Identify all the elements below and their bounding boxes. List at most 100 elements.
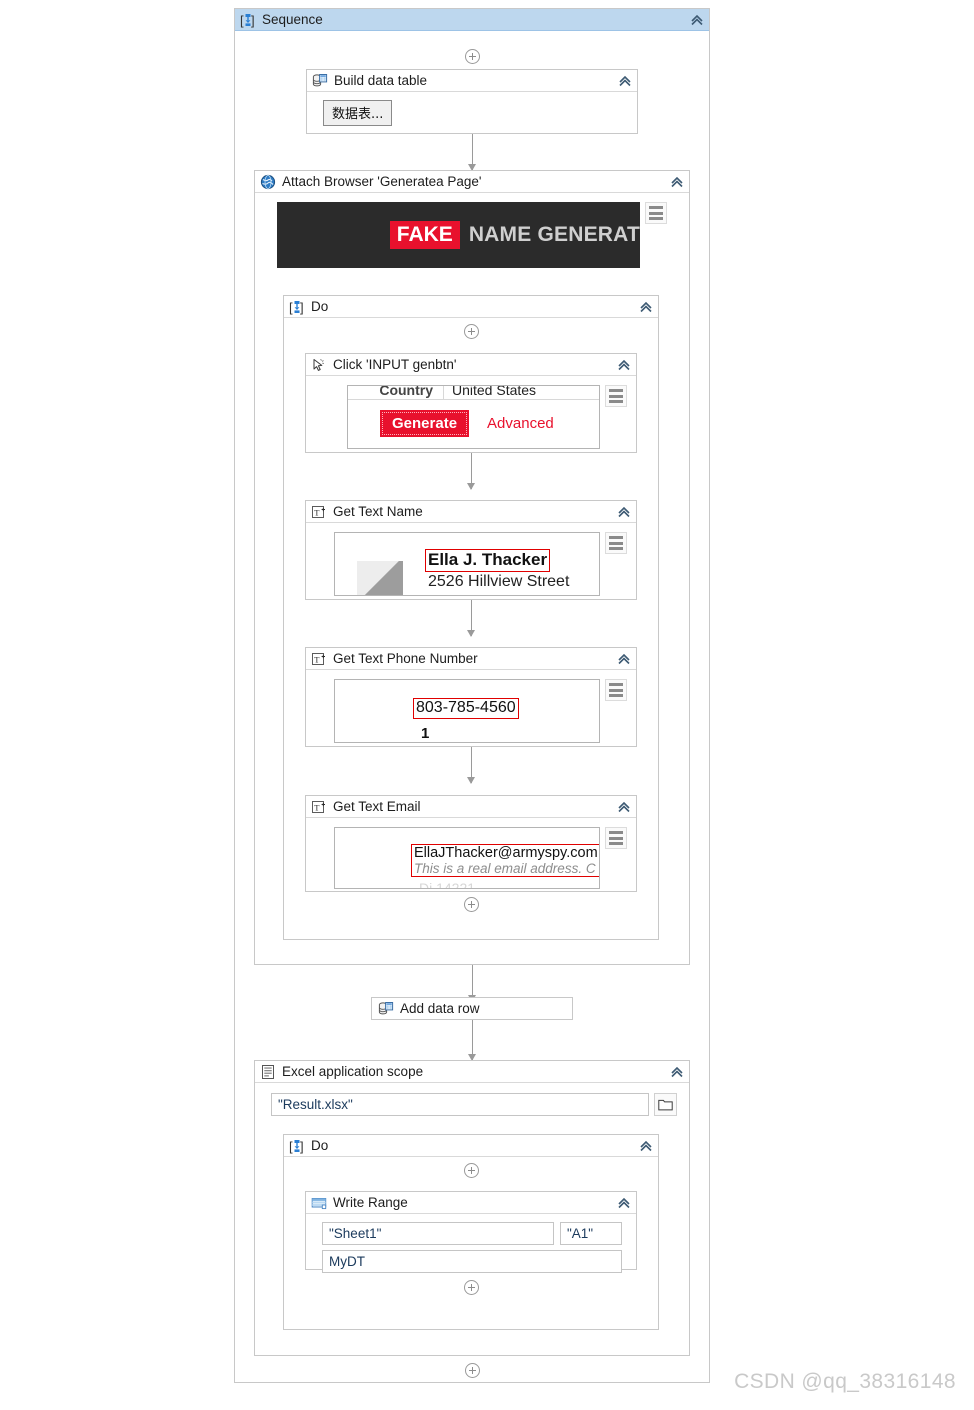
connector-arrow [235,134,709,171]
get-text-phone-header[interactable]: T Get Text Phone Number [306,648,636,670]
folder-icon[interactable] [654,1093,677,1116]
svg-text:T: T [314,654,320,664]
chevron-double-up-icon[interactable] [638,299,654,315]
chevron-double-up-icon[interactable] [616,1195,632,1211]
build-data-table-header[interactable]: Build data table [307,70,637,92]
excel-doc-icon [260,1064,276,1080]
get-text-email-header[interactable]: T Get Text Email [306,796,636,818]
activity-attach-browser[interactable]: Attach Browser 'Generatea Page' FAKE NAM… [254,170,690,965]
get-text-name-header[interactable]: T Get Text Name [306,501,636,523]
chevron-double-up-icon[interactable] [689,12,705,28]
name-screenshot: Ella J. Thacker 2526 Hillview Street [334,532,600,596]
advanced-link[interactable]: Advanced [487,415,554,432]
click-cursor-icon [311,357,327,373]
add-activity-do-excel-bottom[interactable] [284,1280,658,1295]
add-activity-do-excel-top[interactable] [284,1163,658,1178]
sequence-icon: [ ] [240,12,256,28]
add-activity-do-top[interactable] [284,324,658,339]
data-table-icon [312,73,328,89]
data-table-icon [378,1001,394,1017]
connector-arrow [284,600,658,637]
chevron-double-up-icon[interactable] [669,174,685,190]
globe-icon [260,174,276,190]
workflow-designer-canvas: [ ] Sequence Build data table 数据表... Att… [0,0,974,1410]
chevron-double-up-icon[interactable] [669,1064,685,1080]
do-excel-header[interactable]: [ ] Do [284,1135,658,1157]
activity-excel-application-scope[interactable]: Excel application scope "Result.xlsx" [… [254,1060,690,1356]
cell-range-input[interactable]: "A1" [560,1222,622,1245]
activity-get-text-email[interactable]: T Get Text Email EllaJThacker@armyspy.co… [305,795,637,892]
add-activity-bottom[interactable] [235,1363,709,1378]
add-activity-do-bottom[interactable] [284,897,658,912]
excel-scope-header[interactable]: Excel application scope [255,1061,689,1083]
watermark: CSDN @qq_38316148 [734,1370,956,1393]
add-data-row-title: Add data row [400,1001,480,1016]
attach-browser-title: Attach Browser 'Generatea Page' [282,174,482,189]
workbook-path-input[interactable]: "Result.xlsx" [271,1093,649,1116]
email-screenshot: EllaJThacker@armyspy.com This is a real … [334,827,600,889]
activity-write-range[interactable]: Write Range "Sheet1" "A1" MyDT [305,1191,637,1273]
activity-click-genbtn[interactable]: Click 'INPUT genbtn' Country United Stat… [305,353,637,453]
phone-number: 803-785-4560 [416,699,516,716]
chevron-double-up-icon[interactable] [617,73,633,89]
get-text-phone-title: Get Text Phone Number [333,651,478,666]
activity-sequence[interactable]: [ ] Sequence Build data table 数据表... Att… [234,8,710,1383]
click-selector-preview: Country United States Generate Advanced [347,385,627,449]
activity-add-data-row[interactable]: Add data row [371,997,573,1020]
connector-arrow [284,453,658,490]
name-highlight: Ella J. Thacker [425,549,551,572]
activity-do-browser[interactable]: [ ] Do Click 'INPUT genbtn' Country Unit… [283,295,659,940]
write-range-header[interactable]: Write Range [306,1192,636,1214]
email-cut-off-text: Di 14221 [419,880,476,889]
connector-arrow [284,747,658,784]
svg-text:T: T [314,507,320,517]
activity-do-excel[interactable]: [ ] Do Write Range "Sheet1" "A1" MyDT [283,1134,659,1330]
svg-text:]: ] [251,13,255,28]
email-note: This is a real email address. C [414,861,596,876]
sequence-header[interactable]: [ ] Sequence [235,9,709,31]
activity-build-data-table[interactable]: Build data table 数据表... [306,69,638,134]
avatar-placeholder [357,561,403,595]
phone-highlight: 803-785-4560 [413,698,519,719]
svg-text:]: ] [300,1139,304,1154]
connector-arrow [235,1020,709,1061]
get-text-icon: T [311,799,327,815]
do-browser-header[interactable]: [ ] Do [284,296,658,318]
build-data-table-title: Build data table [334,73,428,88]
name-generator-text: NAME GENERAT [468,223,640,246]
click-header[interactable]: Click 'INPUT genbtn' [306,354,636,376]
attach-browser-header[interactable]: Attach Browser 'Generatea Page' [255,171,689,193]
sequence-icon: [ ] [289,1138,305,1154]
hamburger-menu-icon[interactable] [605,679,627,701]
svg-text:[: [ [240,13,244,28]
chevron-double-up-icon[interactable] [638,1138,654,1154]
hamburger-menu-icon[interactable] [605,827,627,849]
get-text-email-title: Get Text Email [333,799,421,814]
sheet-name-input[interactable]: "Sheet1" [322,1222,554,1245]
hamburger-menu-icon[interactable] [605,385,627,407]
email-highlight: EllaJThacker@armyspy.com This is a real … [411,844,599,877]
hamburger-menu-icon[interactable] [605,532,627,554]
sequence-title: Sequence [262,12,323,27]
fake-badge: FAKE [389,221,460,249]
add-activity-top[interactable] [235,49,709,64]
get-text-icon: T [311,651,327,667]
person-address: 2526 Hillview Street [428,573,570,590]
activity-get-text-phone[interactable]: T Get Text Phone Number 803-785-4560 1 [305,647,637,747]
person-name: Ella J. Thacker [428,550,548,569]
excel-scope-title: Excel application scope [282,1064,424,1079]
activity-get-text-name[interactable]: T Get Text Name Ella J. Thacker 2526 Hil… [305,500,637,600]
chevron-double-up-icon[interactable] [616,357,632,373]
datatable-input[interactable]: MyDT [322,1250,622,1273]
get-text-email-preview: EllaJThacker@armyspy.com This is a real … [334,827,627,889]
country-label: Country [379,385,433,398]
generate-button[interactable]: Generate [380,410,470,437]
chevron-double-up-icon[interactable] [616,651,632,667]
svg-text:[: [ [289,300,293,315]
chevron-double-up-icon[interactable] [616,799,632,815]
hamburger-menu-icon[interactable] [645,202,667,224]
get-text-phone-preview: 803-785-4560 1 [334,679,627,743]
chevron-double-up-icon[interactable] [616,504,632,520]
do-excel-title: Do [311,1138,329,1153]
data-table-editor-button[interactable]: 数据表... [323,100,393,126]
